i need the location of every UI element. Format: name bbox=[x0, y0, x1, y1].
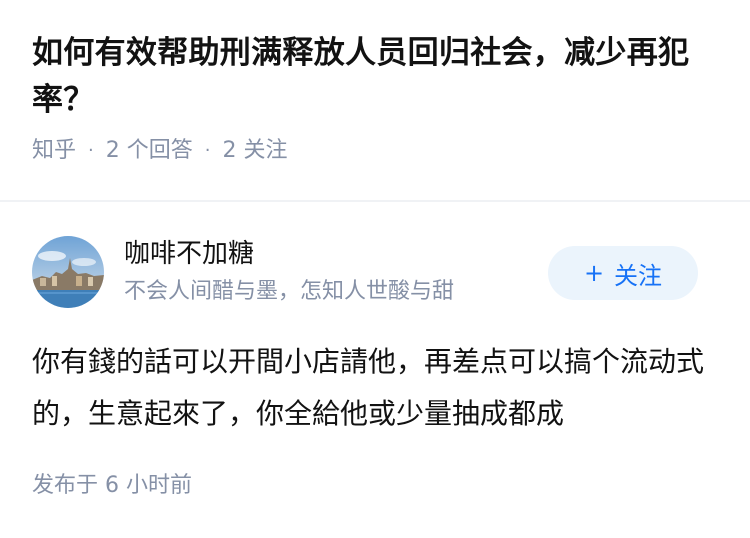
source-label[interactable]: 知乎 bbox=[32, 136, 76, 166]
question-meta: 知乎 · 2 个回答 · 2 关注 bbox=[32, 136, 722, 166]
answer-author-row: 咖啡不加糖 不会人间醋与墨，怎知人世酸与甜 + 关注 bbox=[32, 236, 722, 308]
question-header: 如何有效帮助刑满释放人员回归社会，减少再犯率？ 知乎 · 2 个回答 · 2 关… bbox=[32, 30, 722, 166]
avatar-landscape-icon bbox=[32, 236, 104, 308]
section-divider bbox=[0, 200, 750, 202]
avatar[interactable] bbox=[32, 236, 104, 308]
answer-content[interactable]: 你有錢的話可以开間小店請他，再差点可以搞个流动式的，生意起來了，你全給他或少量抽… bbox=[32, 336, 712, 440]
question-title[interactable]: 如何有效帮助刑满释放人员回归社会，减少再犯率？ bbox=[32, 30, 722, 124]
follow-button[interactable]: + 关注 bbox=[548, 246, 698, 300]
author-name[interactable]: 咖啡不加糖 bbox=[124, 236, 254, 272]
follower-count[interactable]: 2 关注 bbox=[222, 136, 287, 166]
plus-icon: + bbox=[583, 259, 605, 287]
follow-button-label: 关注 bbox=[614, 261, 663, 290]
answer-count[interactable]: 2 个回答 bbox=[106, 136, 193, 166]
meta-separator: · bbox=[204, 140, 211, 161]
answer-timestamp: 发布于 6 小时前 bbox=[32, 473, 192, 498]
author-bio: 不会人间醋与墨，怎知人世酸与甜 bbox=[124, 279, 455, 304]
meta-separator: · bbox=[88, 140, 94, 161]
